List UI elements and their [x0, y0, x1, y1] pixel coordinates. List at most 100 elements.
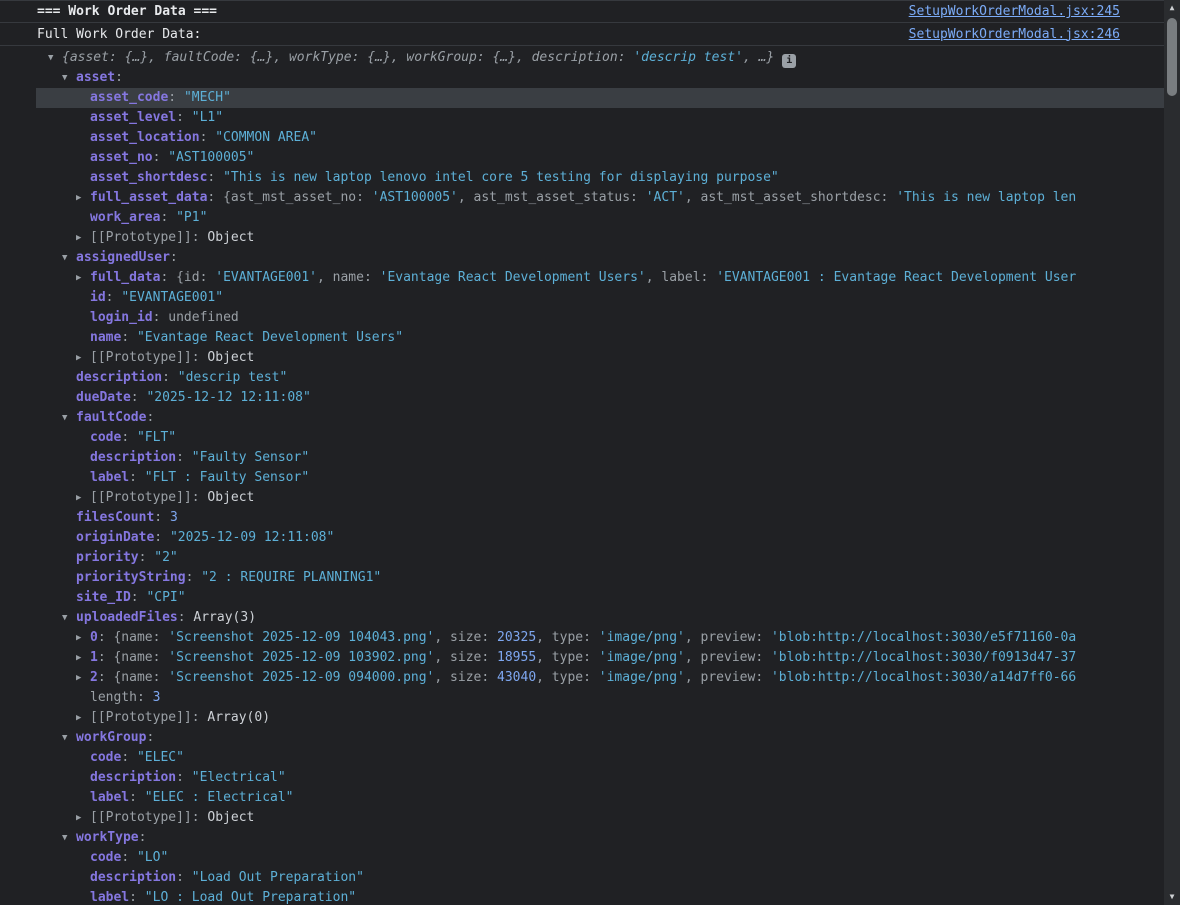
segment-dim: : [176, 110, 192, 125]
tree-row-root-preview[interactable]: ▼{asset: {…}, faultCode: {…}, workType: … [0, 48, 1164, 68]
segment-pres: 'descrip test' [633, 50, 743, 65]
tree-row-faultCode[interactable]: ▼faultCode: [0, 408, 1164, 428]
segment-pre: {name: [113, 670, 168, 685]
segment-dim: : [139, 550, 155, 565]
expanded-arrow-icon[interactable]: ▼ [48, 48, 62, 68]
expanded-arrow-icon[interactable]: ▼ [62, 828, 76, 848]
segment-key: asset_shortdesc [90, 170, 207, 185]
devtools-console: === Work Order Data === SetupWorkOrderMo… [0, 0, 1164, 905]
tree-row-login_id: login_id: undefined [0, 308, 1164, 328]
expanded-arrow-icon[interactable]: ▼ [62, 248, 76, 268]
scrollbar[interactable]: ▲ ▼ [1164, 0, 1180, 905]
collapsed-arrow-icon[interactable]: ▶ [76, 808, 90, 828]
tree-row-asset_shortdesc: asset_shortdesc: "This is new laptop len… [0, 168, 1164, 188]
segment-key: asset_code [90, 90, 168, 105]
segment-dim: : [131, 590, 147, 605]
collapsed-arrow-icon[interactable]: ▶ [76, 348, 90, 368]
segment-pres: 'This is new laptop len [896, 190, 1076, 205]
tree-row-assigneduser-prototype[interactable]: ▶[[Prototype]]: Object [0, 348, 1164, 368]
tree-row-workGroup[interactable]: ▼workGroup: [0, 728, 1164, 748]
collapsed-arrow-icon[interactable]: ▶ [76, 668, 90, 688]
segment-str: "2" [154, 550, 177, 565]
segment-dim: : [200, 130, 216, 145]
tree-row-full_data[interactable]: ▶full_data: {id: 'EVANTAGE001', name: 'E… [0, 268, 1164, 288]
tree-row-workgroup-prototype[interactable]: ▶[[Prototype]]: Object [0, 808, 1164, 828]
segment-str: "FLT : Faulty Sensor" [145, 470, 309, 485]
segment-pres: 'image/png' [599, 650, 685, 665]
segment-obj: Object [207, 230, 254, 245]
segment-dim: : [137, 690, 153, 705]
segment-key: asset_location [90, 130, 200, 145]
segment-obj: Object [207, 490, 254, 505]
segment-pres: 'Screenshot 2025-12-09 094000.png' [168, 670, 434, 685]
tree-row-faultcode-description: description: "Faulty Sensor" [0, 448, 1164, 468]
segment-dim: : [121, 850, 137, 865]
console-message-text: Full Work Order Data: [37, 27, 201, 42]
segment-pres: 'ACT' [646, 190, 685, 205]
segment-key: code [90, 850, 121, 865]
segment-key: originDate [76, 530, 154, 545]
segment-pre: , preview: [685, 650, 771, 665]
segment-str: "2 : REQUIRE PLANNING1" [201, 570, 381, 585]
segment-dim: : [146, 410, 154, 425]
collapsed-arrow-icon[interactable]: ▶ [76, 268, 90, 288]
segment-key: description [90, 870, 176, 885]
tree-row-assignedUser[interactable]: ▼assignedUser: [0, 248, 1164, 268]
tree-row-asset[interactable]: ▼asset: [0, 68, 1164, 88]
scroll-down-button[interactable]: ▼ [1164, 889, 1180, 905]
segment-key: login_id [90, 310, 153, 325]
segment-str: "CPI" [146, 590, 185, 605]
expanded-arrow-icon[interactable]: ▼ [62, 68, 76, 88]
source-link[interactable]: SetupWorkOrderModal.jsx:246 [909, 27, 1120, 42]
segment-obj: Array(3) [193, 610, 256, 625]
tree-row-asset-prototype[interactable]: ▶[[Prototype]]: Object [0, 228, 1164, 248]
collapsed-arrow-icon[interactable]: ▶ [76, 708, 90, 728]
segment-key: asset [76, 70, 115, 85]
collapsed-arrow-icon[interactable]: ▶ [76, 188, 90, 208]
collapsed-arrow-icon[interactable]: ▶ [76, 228, 90, 248]
tree-row-asset_no: asset_no: "AST100005" [0, 148, 1164, 168]
segment-pren: 18955 [497, 650, 536, 665]
collapsed-arrow-icon[interactable]: ▶ [76, 648, 90, 668]
tree-row-workType[interactable]: ▼workType: [0, 828, 1164, 848]
info-icon[interactable]: i [782, 54, 796, 68]
segment-pres: 'Evantage React Development Users' [380, 270, 646, 285]
segment-key: full_data [90, 270, 160, 285]
tree-row-originDate: originDate: "2025-12-09 12:11:08" [0, 528, 1164, 548]
tree-row-file-1[interactable]: ▶1: {name: 'Screenshot 2025-12-09 103902… [0, 648, 1164, 668]
segment-dim: [[Prototype]] [90, 710, 192, 725]
tree-row-faultcode-prototype[interactable]: ▶[[Prototype]]: Object [0, 488, 1164, 508]
collapsed-arrow-icon[interactable]: ▶ [76, 488, 90, 508]
segment-dim: : [176, 450, 192, 465]
tree-row-uploadedfiles-prototype[interactable]: ▶[[Prototype]]: Array(0) [0, 708, 1164, 728]
tree-row-uploadedFiles[interactable]: ▼uploadedFiles: Array(3) [0, 608, 1164, 628]
segment-pre: , type: [536, 630, 599, 645]
segment-pre: , …} [743, 50, 774, 65]
console-message-2: Full Work Order Data: SetupWorkOrderModa… [0, 23, 1164, 46]
tree-row-file-2[interactable]: ▶2: {name: 'Screenshot 2025-12-09 094000… [0, 668, 1164, 688]
segment-dim: : [207, 170, 223, 185]
tree-row-asset_level: asset_level: "L1" [0, 108, 1164, 128]
tree-row-file-0[interactable]: ▶0: {name: 'Screenshot 2025-12-09 104043… [0, 628, 1164, 648]
scroll-up-button[interactable]: ▲ [1164, 0, 1180, 16]
segment-key: dueDate [76, 390, 131, 405]
segment-pre: , ast_mst_asset_status: [458, 190, 646, 205]
tree-row-full_asset_data[interactable]: ▶full_asset_data: {ast_mst_asset_no: 'AS… [0, 188, 1164, 208]
segment-pres: 'blob:http://localhost:3030/a14d7ff0-66 [771, 670, 1076, 685]
segment-pres: 'Screenshot 2025-12-09 104043.png' [168, 630, 434, 645]
segment-key: label [90, 470, 129, 485]
expanded-arrow-icon[interactable]: ▼ [62, 408, 76, 428]
segment-key: asset_level [90, 110, 176, 125]
expanded-arrow-icon[interactable]: ▼ [62, 728, 76, 748]
source-link[interactable]: SetupWorkOrderModal.jsx:245 [909, 4, 1120, 19]
segment-pre: , size: [434, 630, 497, 645]
tree-row-faultcode-label: label: "FLT : Faulty Sensor" [0, 468, 1164, 488]
segment-dim: : [121, 430, 137, 445]
expanded-arrow-icon[interactable]: ▼ [62, 608, 76, 628]
tree-row-user-name: name: "Evantage React Development Users" [0, 328, 1164, 348]
collapsed-arrow-icon[interactable]: ▶ [76, 628, 90, 648]
segment-key: workGroup [76, 730, 146, 745]
scroll-thumb[interactable] [1167, 18, 1177, 96]
tree-row-faultcode-code: code: "FLT" [0, 428, 1164, 448]
segment-str: "LO : Load Out Preparation" [145, 890, 356, 905]
